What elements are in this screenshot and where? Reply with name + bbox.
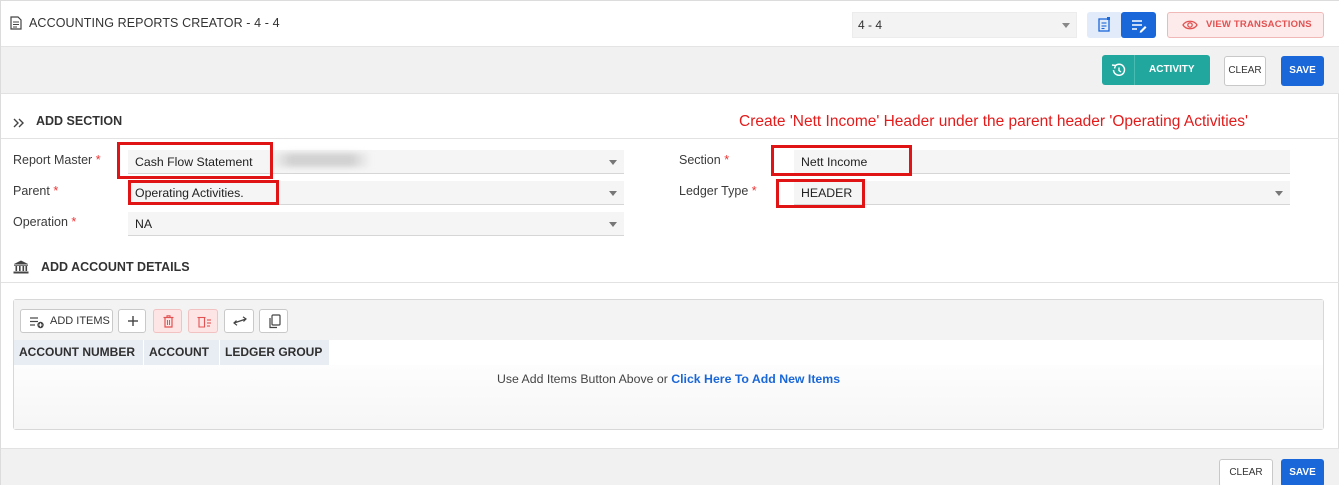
- swap-button[interactable]: [224, 309, 254, 333]
- grid-toolbar: ADD ITEMS: [14, 300, 1323, 340]
- view-transactions-label: VIEW TRANSACTIONS: [1206, 19, 1312, 30]
- add-items-button[interactable]: ADD ITEMS: [20, 309, 113, 333]
- record-selector[interactable]: 4 - 4: [852, 12, 1077, 38]
- swap-arrows-icon: [233, 316, 247, 326]
- add-list-icon: [30, 317, 44, 329]
- redacted-text: [271, 153, 371, 167]
- operation-label: Operation *: [13, 215, 77, 229]
- record-selector-value: 4 - 4: [858, 18, 883, 32]
- footer-save-button[interactable]: SAVE: [1281, 459, 1324, 485]
- footer-clear-button[interactable]: CLEAR: [1219, 459, 1273, 485]
- parent-label: Parent *: [13, 184, 59, 198]
- delete-row-button[interactable]: [153, 309, 182, 333]
- account-details-grid: ADD ITEMS ACCOUNT NUMBER ACCOUNT LEDGER …: [13, 299, 1324, 430]
- edit-list-view-button[interactable]: [1121, 12, 1156, 38]
- chevron-down-icon: [609, 222, 617, 227]
- highlight-parent: [128, 180, 279, 205]
- chevron-down-icon: [1062, 23, 1070, 28]
- chevron-down-icon: [609, 160, 617, 165]
- activity-label: ACTIVITY: [1149, 64, 1195, 75]
- page-title: ACCOUNTING REPORTS CREATOR - 4 - 4: [29, 16, 280, 30]
- chevron-down-icon: [609, 191, 617, 196]
- footer-bar: [1, 448, 1339, 485]
- grid-body: Use Add Items Button Above or Click Here…: [14, 365, 1323, 429]
- copy-icon: [269, 314, 281, 329]
- eye-icon: [1182, 20, 1198, 30]
- add-section-title: ADD SECTION: [36, 114, 123, 128]
- empty-state-message: Use Add Items Button Above or Click Here…: [14, 372, 1323, 386]
- column-header[interactable]: LEDGER GROUP: [220, 340, 330, 365]
- copy-button[interactable]: [259, 309, 288, 333]
- bank-icon: [13, 260, 29, 274]
- account-details-title: ADD ACCOUNT DETAILS: [41, 260, 190, 274]
- top-bar: ACCOUNTING REPORTS CREATOR - 4 - 4 4 - 4: [1, 1, 1339, 47]
- operation-select[interactable]: NA: [128, 212, 624, 236]
- instruction-annotation: Create 'Nett Income' Header under the pa…: [739, 113, 1248, 130]
- delete-all-button[interactable]: [188, 309, 218, 333]
- column-header[interactable]: ACCOUNT: [144, 340, 220, 365]
- activity-button[interactable]: ACTIVITY: [1102, 55, 1210, 85]
- save-button[interactable]: SAVE: [1281, 56, 1324, 86]
- add-items-label: ADD ITEMS: [50, 315, 110, 327]
- clear-button[interactable]: CLEAR: [1224, 56, 1266, 86]
- app-window: ACCOUNTING REPORTS CREATOR - 4 - 4 4 - 4: [0, 0, 1339, 485]
- account-details-header: ADD ACCOUNT DETAILS: [1, 251, 1339, 283]
- ledger-type-select[interactable]: HEADER: [794, 181, 1290, 205]
- chevron-down-icon: [1275, 191, 1283, 196]
- operation-value: NA: [135, 217, 153, 231]
- highlight-report-master: [117, 142, 273, 179]
- report-master-label: Report Master *: [13, 153, 101, 167]
- form-view-button[interactable]: [1087, 12, 1122, 38]
- section-label: Section *: [679, 153, 730, 167]
- plus-icon: [128, 316, 138, 326]
- add-new-items-link[interactable]: Click Here To Add New Items: [671, 372, 840, 386]
- delete-list-icon: [197, 316, 211, 328]
- add-row-button[interactable]: [118, 309, 146, 333]
- ledger-type-label: Ledger Type *: [679, 184, 757, 198]
- document-icon: [10, 16, 22, 30]
- empty-state-text: Use Add Items Button Above or: [496, 372, 668, 386]
- view-transactions-button[interactable]: VIEW TRANSACTIONS: [1167, 12, 1324, 38]
- highlight-section: [771, 145, 912, 176]
- double-chevron-right-icon: [13, 118, 24, 128]
- column-header[interactable]: ACCOUNT NUMBER: [14, 340, 144, 365]
- trash-icon: [163, 315, 174, 328]
- history-icon: [1102, 55, 1135, 85]
- edit-list-icon: [1132, 20, 1147, 33]
- form-icon: [1098, 17, 1110, 32]
- highlight-ledger-type: [776, 179, 865, 208]
